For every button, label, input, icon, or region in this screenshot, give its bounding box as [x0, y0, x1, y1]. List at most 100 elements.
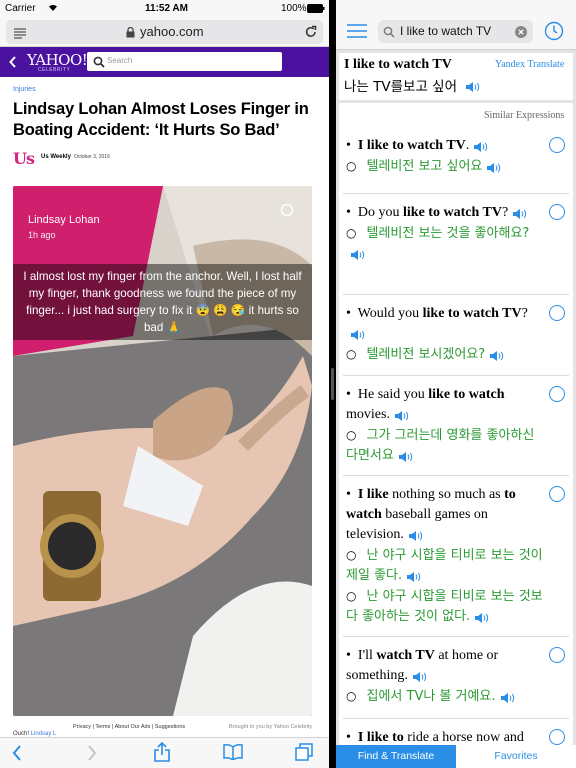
korean-bullet: ○	[346, 347, 357, 361]
reload-icon[interactable]	[305, 25, 317, 43]
korean-bullet: ○	[346, 428, 357, 442]
speaker-icon[interactable]	[474, 611, 490, 623]
speaker-icon[interactable]	[489, 349, 505, 361]
similar-expression-item[interactable]: • I like nothing so much as to watch bas…	[346, 485, 546, 627]
speaker-icon[interactable]	[350, 248, 366, 260]
row-separator	[343, 193, 569, 194]
snap-time: 1h ago	[28, 230, 56, 240]
reader-icon[interactable]	[14, 26, 26, 44]
publish-date: October 3, 2016	[74, 154, 110, 160]
translator-header: I like to watch TV	[336, 0, 576, 50]
favorite-radio[interactable]	[549, 647, 565, 663]
row-separator	[343, 718, 569, 719]
status-bar: Carrier 11:52 AM 100%	[0, 0, 329, 17]
korean-bullet: ○	[346, 159, 357, 173]
forward-icon[interactable]	[87, 745, 97, 766]
query-text: I like to watch TV	[400, 24, 492, 38]
speaker-icon[interactable]	[394, 409, 410, 421]
speaker-icon[interactable]	[465, 81, 481, 93]
footer-links: Privacy | Terms | About Our Ads | Sugges…	[73, 724, 186, 730]
speaker-icon[interactable]	[412, 670, 428, 682]
lock-icon	[126, 25, 135, 43]
speaker-icon[interactable]	[408, 529, 424, 541]
speaker-icon[interactable]	[500, 691, 516, 703]
expression-korean: ○ 텔레비전 보고 싶어요	[346, 156, 546, 177]
address-field[interactable]: yahoo.com	[6, 20, 323, 44]
footer-credit: Brought to you by Yahoo Celebrity	[229, 724, 313, 730]
expression-english: • I'll watch TV at home or something.	[346, 648, 499, 683]
headline: Lindsay Lohan Almost Loses Finger in Boa…	[13, 100, 309, 139]
similar-expression-item[interactable]: • He said you like to watch movies. ○ 그가 그…	[346, 385, 546, 466]
favorite-radio[interactable]	[549, 486, 565, 502]
speaker-icon[interactable]	[512, 207, 528, 219]
expression-korean: ○ 텔레비전 보시겠어요?	[346, 344, 546, 365]
snap-caption: I almost lost my finger from the anchor.…	[13, 264, 312, 340]
category-link[interactable]: Injuries	[13, 86, 36, 93]
menu-icon[interactable]	[347, 24, 367, 43]
speaker-icon[interactable]	[486, 161, 502, 173]
article-photo[interactable]: Lindsay Lohan 1h ago I almost lost my fi…	[13, 186, 312, 716]
yahoo-search-placeholder: Search	[107, 56, 133, 65]
tab-favorites[interactable]: Favorites	[456, 745, 576, 768]
share-icon[interactable]	[154, 741, 170, 767]
tab-find-translate[interactable]: Find & Translate	[336, 745, 456, 768]
korean-text: 난 야구 시합을 티비로 보는 것이 제일 좋다.	[346, 548, 543, 583]
similar-expression-item[interactable]: • Do you like to watch TV? ○ 텔레비전 보는 것을 좋아…	[346, 203, 546, 264]
source-name[interactable]: Us Weekly	[41, 154, 71, 160]
history-clock-icon[interactable]	[544, 21, 564, 46]
split-view-handle[interactable]	[331, 368, 334, 400]
korean-text: 난 야구 시합을 티비로 보는 것보다 좋아하는 것이 없다.	[346, 589, 543, 624]
bottom-tab-bar: Find & Translate Favorites	[336, 745, 576, 768]
expression-english: • Would you like to watch TV?	[346, 304, 546, 344]
speaker-icon[interactable]	[473, 140, 489, 152]
url-text: yahoo.com	[140, 24, 204, 39]
wifi-icon	[47, 2, 59, 15]
yahoo-search-box[interactable]: Search	[87, 52, 282, 71]
similar-expression-item[interactable]: • I'll watch TV at home or something. ○ 집에…	[346, 646, 546, 707]
bookmarks-icon[interactable]	[223, 744, 243, 765]
footer-link-ads[interactable]: About Our Ads	[115, 724, 151, 730]
clear-icon[interactable]	[515, 25, 527, 43]
similar-expression-item[interactable]: • I like to watch TV. ○ 텔레비전 보고 싶어요	[346, 136, 546, 177]
translator-pane: I like to watch TV I like to watch TV Ya…	[336, 0, 576, 768]
speaker-icon[interactable]	[406, 570, 422, 582]
footer-link-suggestions[interactable]: Suggestions	[155, 724, 185, 730]
similar-title: Similar Expressions	[484, 110, 565, 121]
korean-bullet: ○	[346, 589, 357, 603]
favorite-radio[interactable]	[549, 386, 565, 402]
korean-text: 집에서 TV나 볼 거예요.	[366, 689, 496, 704]
speaker-icon[interactable]	[350, 328, 366, 340]
expression-english: • I like nothing so much as to watch bas…	[346, 487, 516, 542]
row-separator	[343, 475, 569, 476]
back-chevron-icon[interactable]	[9, 55, 17, 73]
us-weekly-logo: Us	[13, 149, 35, 168]
korean-text: 그가 그러는데 영화를 좋아하신다면서요	[346, 428, 535, 463]
expression-english: • He said you like to watch movies.	[346, 387, 505, 422]
browser-toolbar	[0, 737, 329, 768]
result-korean: 나는 TV를보고 싶어	[344, 75, 481, 95]
result-english: I like to watch TV	[344, 57, 452, 72]
row-separator	[343, 636, 569, 637]
favorite-radio[interactable]	[549, 305, 565, 321]
clock: 11:52 AM	[145, 3, 188, 14]
favorite-radio[interactable]	[549, 729, 565, 745]
footer-link-privacy[interactable]: Privacy	[73, 724, 91, 730]
favorite-radio[interactable]	[549, 137, 565, 153]
yandex-link[interactable]: Yandex Translate	[495, 59, 564, 70]
translation-result-card: I like to watch TV Yandex Translate 나는 T…	[339, 53, 573, 100]
expression-korean: ○ 난 야구 시합을 티비로 보는 것보다 좋아하는 것이 없다.	[346, 586, 546, 627]
footer-link-terms[interactable]: Terms	[95, 724, 110, 730]
row-separator	[343, 294, 569, 295]
expression-korean: ○ 집에서 TV나 볼 거예요.	[346, 686, 546, 707]
translator-search-field[interactable]: I like to watch TV	[378, 20, 533, 43]
favorite-radio[interactable]	[549, 204, 565, 220]
speaker-icon[interactable]	[398, 450, 414, 462]
tabs-icon[interactable]	[295, 743, 313, 766]
similar-expressions-card: Similar Expressions • I like to watch TV…	[339, 103, 573, 745]
back-icon[interactable]	[12, 745, 22, 766]
expression-english: • Do you like to watch TV?	[346, 203, 546, 223]
carrier-label: Carrier	[5, 3, 36, 14]
korean-text: 텔레비전 보시겠어요?	[366, 347, 486, 362]
similar-expression-item[interactable]: • Would you like to watch TV? ○ 텔레비전 보시겠어요…	[346, 304, 546, 365]
korean-text: 텔레비전 보는 것을 좋아해요?	[366, 226, 530, 241]
